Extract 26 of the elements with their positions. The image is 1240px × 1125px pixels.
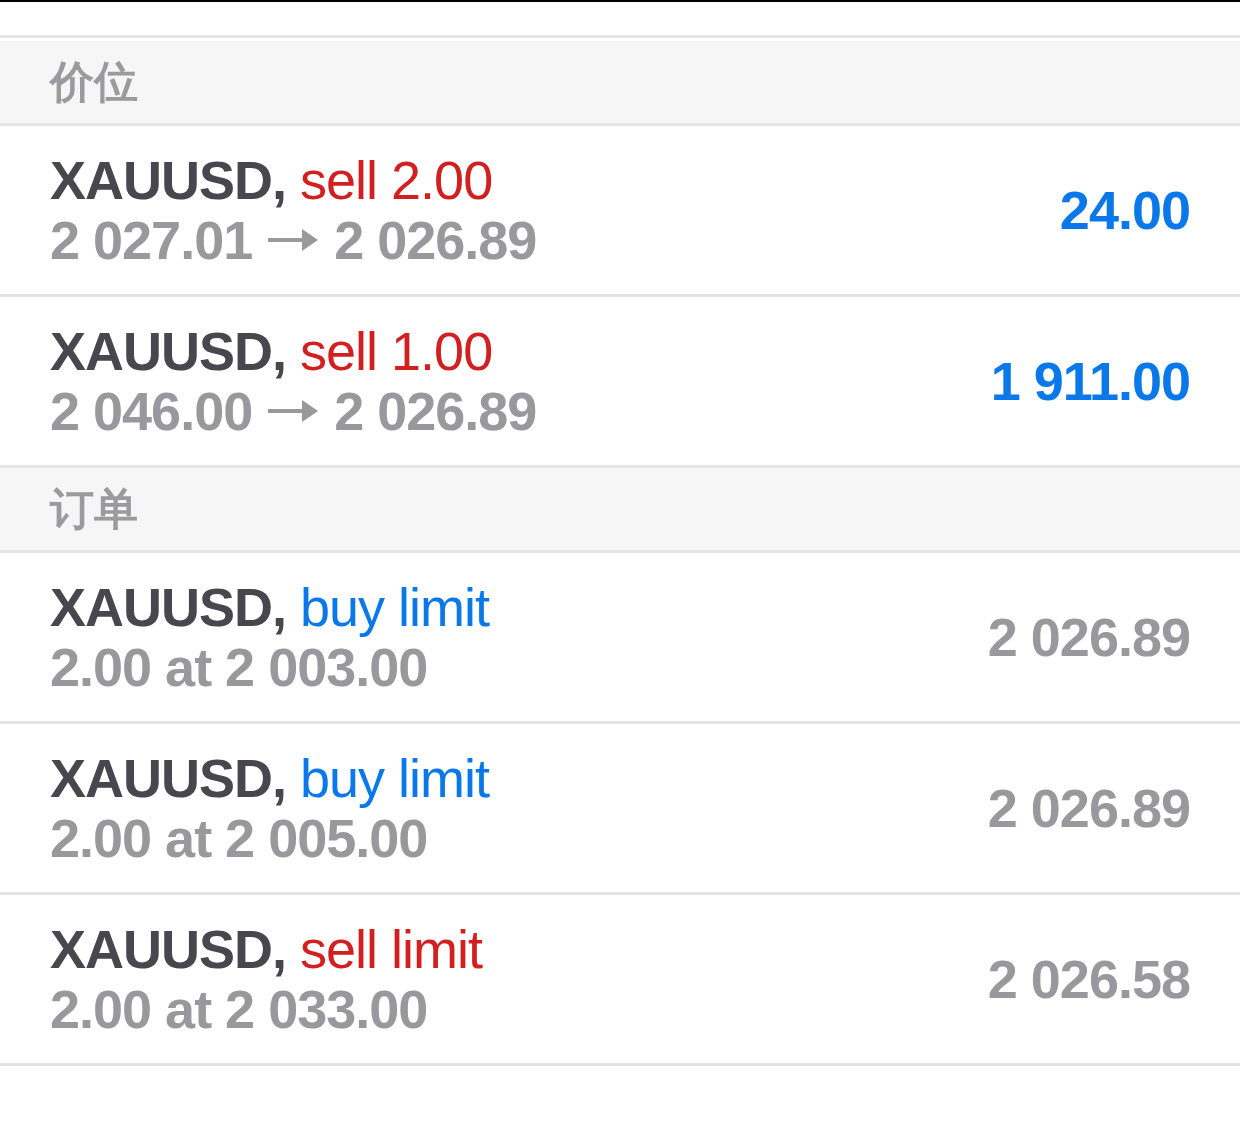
trade-type-label: sell 1.00 — [300, 321, 493, 381]
profit-value: 1 911.00 — [990, 351, 1190, 411]
order-detail: 2.00 at 2 033.00 — [50, 979, 429, 1039]
current-price: 2 026.89 — [334, 381, 537, 441]
section-title: 价位 — [50, 60, 138, 104]
section-title: 订单 — [50, 487, 138, 531]
order-detail: 2.00 at 2 003.00 — [50, 637, 429, 697]
right-arrow-icon — [268, 229, 319, 251]
symbol-label: XAUUSD, — [50, 748, 287, 808]
symbol-label: XAUUSD, — [50, 919, 287, 979]
profit-value: 24.00 — [1059, 180, 1190, 240]
price-value: 2 026.89 — [987, 607, 1190, 667]
right-arrow-icon — [268, 400, 319, 422]
symbol-label: XAUUSD, — [50, 321, 287, 381]
symbol-label: XAUUSD, — [50, 150, 287, 210]
current-price: 2 026.89 — [334, 210, 537, 270]
trade-type-label: buy limit — [300, 748, 490, 808]
trade-type-label: buy limit — [300, 577, 490, 637]
open-price: 2 027.01 — [50, 210, 253, 270]
open-price: 2 046.00 — [50, 381, 253, 441]
price-value: 2 026.89 — [987, 778, 1190, 838]
trade-type-label: sell 2.00 — [300, 150, 493, 210]
trade-type-label: sell limit — [300, 919, 483, 979]
symbol-label: XAUUSD, — [50, 577, 287, 637]
price-value: 2 026.58 — [987, 949, 1190, 1009]
order-detail: 2.00 at 2 005.00 — [50, 808, 429, 868]
